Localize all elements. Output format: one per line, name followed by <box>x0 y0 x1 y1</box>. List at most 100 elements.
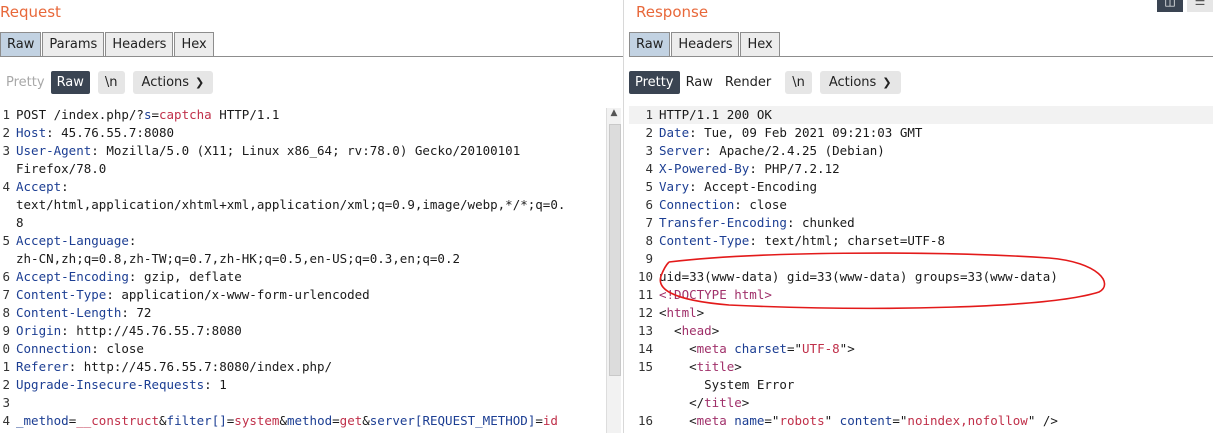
line-number: 4 <box>2 179 10 194</box>
code-line: 3 User-Agent: Mozilla/5.0 (X11; Linux x86… <box>0 142 623 160</box>
code-token: < <box>659 359 697 374</box>
code-token: Host <box>16 125 47 140</box>
code-token: noindex,nofollow <box>907 413 1028 428</box>
code-line: 10 uid=33(www-data) gid=33(www-data) grou… <box>629 268 1213 286</box>
chevron-down-icon: ❯ <box>882 76 892 89</box>
line-number <box>0 250 16 268</box>
code-token: & <box>362 413 370 428</box>
code-token: system <box>234 413 280 428</box>
code-line: 6 Accept-Encoding: gzip, deflate <box>0 268 623 286</box>
line-text: <title> <box>659 358 742 376</box>
code-line: 8 Content-Length: 72 <box>0 304 623 322</box>
response-view-bar: Pretty Raw Render \n Actions ❯ <box>629 71 901 94</box>
code-token: Content-Type <box>16 287 107 302</box>
code-token: </ <box>659 395 705 410</box>
code-token: : Apache/2.4.25 (Debian) <box>704 143 885 158</box>
code-line: Firefox/78.0 <box>0 160 623 178</box>
line-number: 3 <box>645 143 653 158</box>
line-number <box>629 376 659 394</box>
pretty-button[interactable]: Pretty <box>0 71 51 94</box>
code-token: charset <box>734 341 787 356</box>
response-viewer[interactable]: 1 HTTP/1.1 200 OK 2 Date: Tue, 09 Feb 2021 … <box>629 106 1213 433</box>
line-number: 5 <box>2 233 10 248</box>
list-view-icon[interactable]: ☰ <box>1187 0 1213 12</box>
line-number: 10 <box>637 269 653 284</box>
scroll-up-icon[interactable]: ▲ <box>607 108 621 118</box>
tab-divider <box>0 56 623 57</box>
code-token: Transfer-Encoding <box>659 215 787 230</box>
newline-toggle-button[interactable]: \n <box>97 71 125 94</box>
code-line: 3 <box>0 394 623 412</box>
code-line: 5 Vary: Accept-Encoding <box>629 178 1213 196</box>
code-token: > <box>696 305 705 320</box>
line-text: Transfer-Encoding: chunked <box>659 214 855 232</box>
code-token: : <box>128 233 137 248</box>
code-token: = <box>151 107 159 122</box>
actions-button[interactable]: Actions ❯ <box>819 71 901 94</box>
code-token: title <box>704 395 742 410</box>
code-line: 1 Referer: http://45.76.55.7:8080/index.p… <box>0 358 623 376</box>
actions-button[interactable]: Actions ❯ <box>132 71 214 94</box>
code-token: Referer <box>16 359 69 374</box>
code-token: < <box>659 323 682 338</box>
code-token: html <box>666 305 697 320</box>
line-text: Content-Type: application/x-www-form-url… <box>16 286 370 304</box>
line-number: 3 <box>2 395 10 410</box>
code-token: HTTP/1.1 <box>211 107 280 122</box>
line-text: <meta name="robots" content="noindex,nof… <box>659 412 1058 430</box>
scroll-thumb[interactable] <box>609 124 621 376</box>
tab-headers[interactable]: Headers <box>105 32 174 57</box>
code-token: title <box>696 359 735 374</box>
request-editor[interactable]: 1 POST /index.php/?s=captcha HTTP/1.1 2 Hos… <box>0 106 623 433</box>
raw-button[interactable]: Raw <box>680 71 719 94</box>
request-scrollbar[interactable]: ▲ <box>606 108 621 433</box>
line-number: 9 <box>2 323 10 338</box>
response-pane: Response ◫ ☰ Raw Headers Hex Pretty Raw … <box>629 0 1213 433</box>
code-token: & <box>279 413 287 428</box>
code-token: =" <box>764 413 780 428</box>
actions-label: Actions <box>141 75 190 90</box>
tab-hex[interactable]: Hex <box>740 32 780 57</box>
code-line: 1 POST /index.php/?s=captcha HTTP/1.1 <box>0 106 623 124</box>
line-number: 1 <box>2 107 10 122</box>
tab-params[interactable]: Params <box>42 32 105 57</box>
newline-toggle-button[interactable]: \n <box>785 71 812 94</box>
tab-raw[interactable]: Raw <box>0 32 42 57</box>
tab-headers[interactable]: Headers <box>671 32 740 57</box>
request-title: Request <box>0 3 61 21</box>
line-number: 3 <box>2 143 10 158</box>
code-token: System Error <box>659 377 795 392</box>
line-text: Accept-Encoding: gzip, deflate <box>16 268 242 286</box>
line-number: 12 <box>637 305 653 320</box>
split-view-icon[interactable]: ◫ <box>1157 0 1183 12</box>
line-number: 7 <box>2 287 10 302</box>
code-token: head <box>681 323 712 338</box>
raw-button[interactable]: Raw <box>50 71 90 94</box>
line-text: text/html,application/xhtml+xml,applicat… <box>16 196 565 214</box>
code-token: " <box>824 413 840 428</box>
line-number: 14 <box>637 341 653 356</box>
code-line: </title> <box>629 394 1213 412</box>
tab-hex[interactable]: Hex <box>174 32 214 57</box>
code-token: Upgrade-Insecure-Requests <box>16 377 205 392</box>
line-text: Vary: Accept-Encoding <box>659 178 817 196</box>
code-token: : 1 <box>204 377 227 392</box>
layout-toggle: ◫ ☰ <box>1153 0 1213 12</box>
code-token: id <box>542 413 558 428</box>
code-token: > <box>734 359 742 374</box>
line-number: 15 <box>637 359 653 374</box>
line-text: HTTP/1.1 200 OK <box>659 106 772 124</box>
line-text: uid=33(www-data) gid=33(www-data) groups… <box>659 268 1058 286</box>
code-token: meta <box>696 341 727 356</box>
line-text: <html> <box>659 304 704 322</box>
code-token: : Mozilla/5.0 (X11; Linux x86_64; rv:78.… <box>91 143 521 158</box>
line-number: 2 <box>2 125 10 140</box>
render-button[interactable]: Render <box>719 71 777 94</box>
code-line: 5 Accept-Language: <box>0 232 623 250</box>
pretty-button[interactable]: Pretty <box>629 71 680 94</box>
code-token: < <box>659 341 697 356</box>
request-tabs: Raw Params Headers Hex <box>0 32 215 57</box>
response-tabs: Raw Headers Hex <box>629 32 781 57</box>
tab-raw[interactable]: Raw <box>629 32 671 57</box>
code-token: Content-Type <box>659 233 750 248</box>
